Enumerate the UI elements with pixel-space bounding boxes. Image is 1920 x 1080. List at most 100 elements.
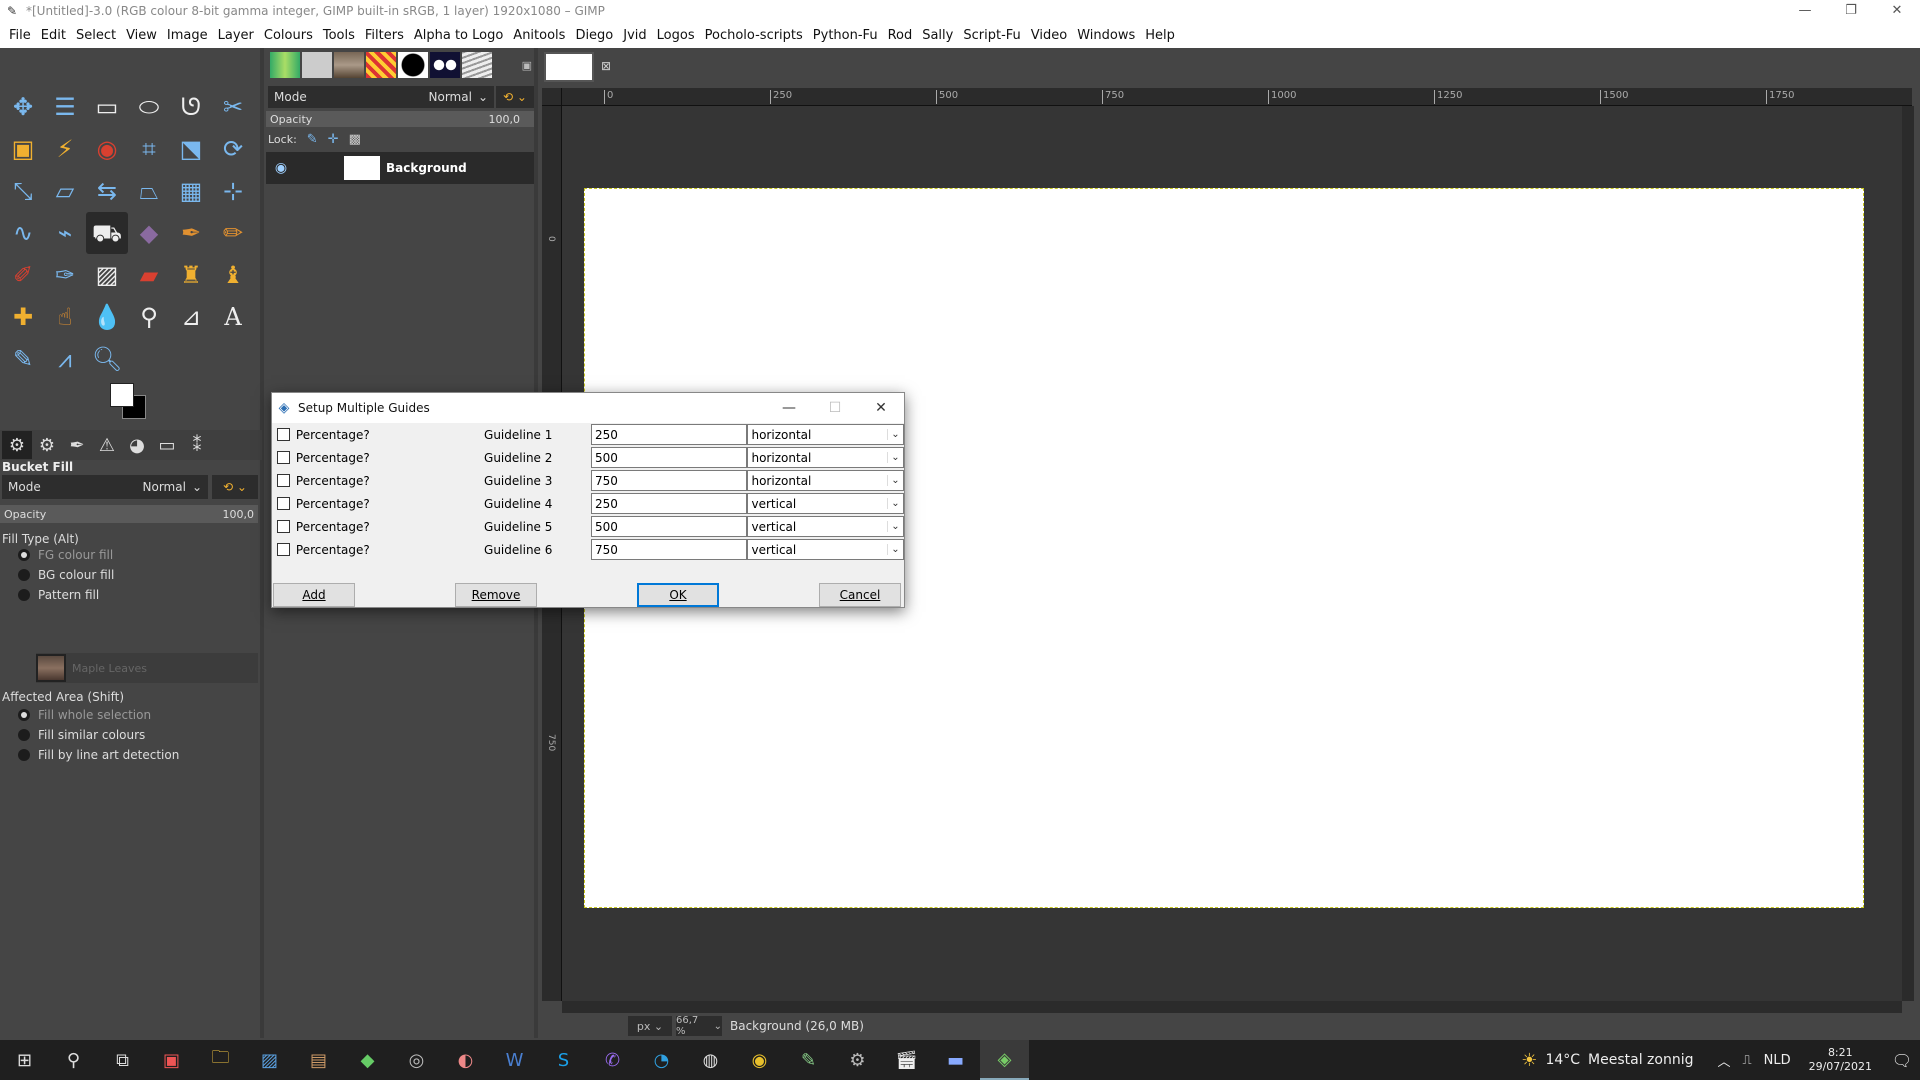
color-picker-icon[interactable]: ✎ — [2, 338, 44, 380]
video-editor-icon[interactable]: 🎬︎ — [882, 1040, 931, 1080]
perspective-tool-icon[interactable]: ⏢ — [128, 170, 170, 212]
media-app-icon[interactable]: ◎ — [392, 1040, 441, 1080]
pattern-fill-radio[interactable]: Pattern fill — [18, 588, 99, 602]
menu-help[interactable]: Help — [1140, 28, 1180, 43]
orientation-select[interactable]: vertical ⌄ — [747, 516, 904, 537]
menu-logos[interactable]: Logos — [652, 28, 700, 43]
vertical-scrollbar[interactable] — [1902, 106, 1914, 1001]
remove-button[interactable]: Remove — [455, 583, 537, 607]
mode-reset-icon[interactable]: ⟲ ⌄ — [212, 475, 258, 499]
menu-alpha-to-logo[interactable]: Alpha to Logo — [409, 28, 508, 43]
eraser-icon[interactable]: ▰ — [128, 254, 170, 296]
windows-start-icon[interactable]: ⊞ — [0, 1040, 49, 1080]
file-explorer-icon[interactable]: 🗀 — [196, 1040, 245, 1080]
vpn-app-icon[interactable]: ◆ — [343, 1040, 392, 1080]
bg-colour-fill-radio[interactable]: BG colour fill — [18, 568, 114, 582]
menu-windows[interactable]: Windows — [1072, 28, 1140, 43]
messenger-icon[interactable]: ✆ — [588, 1040, 637, 1080]
pdf-app-icon[interactable]: ▤ — [294, 1040, 343, 1080]
layer-mode-select[interactable]: Mode Normal ⌄ — [268, 86, 494, 108]
menu-script-fu[interactable]: Script-Fu — [958, 28, 1025, 43]
handle-transform-icon[interactable]: ⊹ — [212, 170, 254, 212]
pattern-selector[interactable]: Maple Leaves — [36, 653, 258, 683]
perspective-clone-icon[interactable]: ♝ — [212, 254, 254, 296]
clock[interactable]: 8:21 29/07/2021 — [1809, 1046, 1872, 1074]
guideline-value-input[interactable]: 750 — [590, 470, 748, 491]
word-app-icon[interactable]: W — [490, 1040, 539, 1080]
chevron-up-icon[interactable]: ︿ — [1717, 1051, 1730, 1070]
dialog-close-button[interactable]: ✕ — [858, 400, 904, 416]
guideline-value-input[interactable]: 500 — [590, 447, 748, 468]
office-app-icon[interactable]: ▣ — [147, 1040, 196, 1080]
ssd-tool-icon[interactable]: ▬ — [931, 1040, 980, 1080]
menu-filters[interactable]: Filters — [360, 28, 409, 43]
bucket-fill-icon[interactable]: ⛟ — [86, 212, 128, 254]
menu-layer[interactable]: Layer — [213, 28, 259, 43]
minimize-button[interactable]: — — [1782, 0, 1828, 22]
undo-history-tab-icon[interactable]: ⚠ — [92, 431, 122, 459]
menu-colours[interactable]: Colours — [259, 28, 318, 43]
menu-video[interactable]: Video — [1026, 28, 1072, 43]
menu-view[interactable]: View — [121, 28, 162, 43]
weather-widget[interactable]: ☀ 14°C Meestal zonnig — [1521, 1050, 1693, 1071]
menu-diego[interactable]: Diego — [570, 28, 618, 43]
horizontal-ruler[interactable]: 0 250 500 750 1000 1250 1500 1750 — [562, 88, 1912, 106]
fuzzy-select-icon[interactable]: ⚡ — [44, 128, 86, 170]
zoom-tool-icon[interactable]: 🔍︎ — [86, 338, 128, 380]
orientation-select[interactable]: horizontal ⌄ — [747, 470, 904, 491]
align-tool-icon[interactable]: ☰ — [44, 86, 86, 128]
paintbrush-icon[interactable]: ✒ — [170, 212, 212, 254]
close-button[interactable]: ✕ — [1874, 0, 1920, 22]
menu-python-fu[interactable]: Python-Fu — [808, 28, 883, 43]
percentage-checkbox[interactable] — [277, 520, 290, 533]
palette-tab-icon[interactable]: ◕ — [122, 431, 152, 459]
fill-similar-colours-radio[interactable]: Fill similar colours — [18, 728, 145, 742]
crop-tool-icon[interactable]: ⌗ — [128, 128, 170, 170]
percentage-checkbox[interactable] — [277, 451, 290, 464]
dialog-minimize-button[interactable]: — — [766, 400, 812, 416]
menu-tools[interactable]: Tools — [318, 28, 360, 43]
add-button[interactable]: Add — [273, 583, 355, 607]
foreground-select-icon[interactable]: ▣ — [2, 128, 44, 170]
visibility-eye-icon[interactable]: ◉ — [266, 160, 296, 176]
smudge-tool-icon[interactable]: ☝ — [44, 296, 86, 338]
image-tab-thumbnail[interactable] — [544, 52, 594, 82]
network-icon[interactable]: ⎍ — [1743, 1053, 1752, 1068]
gimp-active-icon[interactable]: ◈ — [980, 1040, 1029, 1080]
foreground-color-swatch[interactable] — [110, 383, 134, 407]
gimp-taskbar-icon[interactable]: ✎ — [784, 1040, 833, 1080]
percentage-checkbox[interactable] — [277, 543, 290, 556]
zoom-select[interactable]: 66,7 % ⌄ — [676, 1015, 722, 1037]
restore-button[interactable]: ❐ — [1828, 0, 1874, 22]
photos-app-icon[interactable]: ▨ — [245, 1040, 294, 1080]
brush-swatch[interactable] — [462, 52, 492, 78]
menu-sally[interactable]: Sally — [917, 28, 958, 43]
scissors-select-icon[interactable]: ✂ — [212, 86, 254, 128]
cage-transform-icon[interactable]: ▦ — [170, 170, 212, 212]
ink-tool-icon[interactable]: ✑ — [44, 254, 86, 296]
brush-swatch[interactable] — [366, 52, 396, 78]
orientation-select[interactable]: horizontal ⌄ — [747, 424, 904, 445]
measure-tool-icon[interactable]: ⊿ — [170, 296, 212, 338]
layer-mode-reset-icon[interactable]: ⟲ ⌄ — [496, 86, 534, 108]
tool-mode-select[interactable]: Mode Normal ⌄ — [2, 475, 208, 499]
close-icon[interactable]: ⊠ — [598, 58, 614, 74]
search-icon[interactable]: ⚲ — [49, 1040, 98, 1080]
fg-colour-fill-radio[interactable]: FG colour fill — [18, 548, 113, 562]
dock-menu-icon[interactable]: ▣ — [522, 59, 532, 72]
unit-select[interactable]: px ⌄ — [628, 1016, 672, 1036]
edge-browser-icon[interactable]: ◔ — [637, 1040, 686, 1080]
lock-pixels-icon[interactable]: ✎ — [307, 132, 318, 147]
settings-app-icon[interactable]: ⚙ — [833, 1040, 882, 1080]
fill-line-art-radio[interactable]: Fill by line art detection — [18, 748, 179, 762]
brush-swatch[interactable] — [430, 52, 460, 78]
paths-tool-icon[interactable]: ⌁ — [44, 212, 86, 254]
guideline-value-input[interactable]: 500 — [590, 516, 748, 537]
menu-edit[interactable]: Edit — [36, 28, 71, 43]
unified-transform-icon[interactable]: ⬔ — [170, 128, 212, 170]
layer-opacity-slider[interactable]: Opacity 100,0 — [266, 111, 534, 127]
ellipse-select-icon[interactable]: ⬭ — [128, 86, 170, 128]
blur-tool-icon[interactable]: 💧 — [86, 296, 128, 338]
compass-tool-icon[interactable]: ⩘ — [44, 338, 86, 380]
skype-icon[interactable]: S — [539, 1040, 588, 1080]
